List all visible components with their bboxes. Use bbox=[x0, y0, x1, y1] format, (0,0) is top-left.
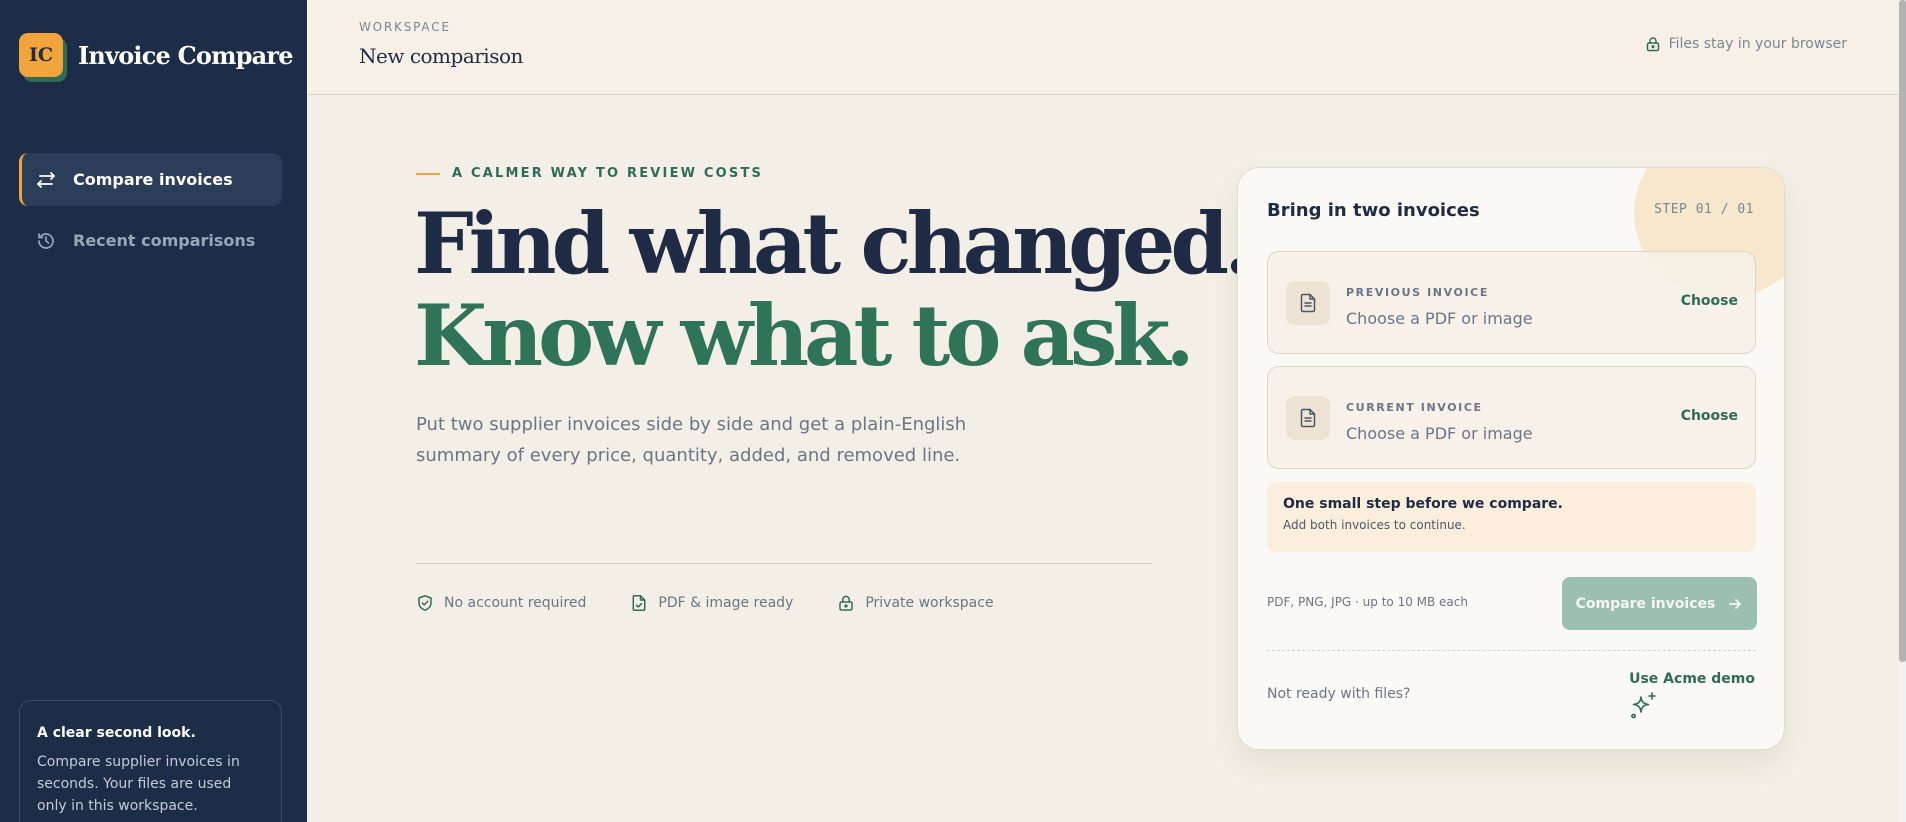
compare-button-label: Compare invoices bbox=[1575, 595, 1716, 612]
lock-icon bbox=[1645, 36, 1661, 52]
headline-line-2: Know what to ask. bbox=[414, 286, 1195, 385]
sidebar-item-label: Compare invoices bbox=[73, 170, 233, 189]
sidebar-card-title: A clear second look. bbox=[37, 725, 196, 741]
compare-invoices-button[interactable]: Compare invoices bbox=[1562, 577, 1757, 630]
workspace-label: WORKSPACE bbox=[359, 20, 451, 34]
hero-headline: Find what changed. Know what to ask. bbox=[414, 194, 1253, 385]
use-demo-link[interactable]: Use Acme demo bbox=[1629, 671, 1755, 721]
top-header: WORKSPACE New comparison Files stay in y… bbox=[307, 0, 1899, 95]
file-format-hint: PDF, PNG, JPG · up to 10 MB each bbox=[1267, 595, 1468, 609]
feature-label: PDF & image ready bbox=[658, 595, 794, 611]
previous-invoice-label: PREVIOUS INVOICE bbox=[1346, 286, 1489, 299]
feature-item: No account required bbox=[416, 594, 586, 612]
arrow-right-icon bbox=[1727, 596, 1743, 612]
current-invoice-label: CURRENT INVOICE bbox=[1346, 401, 1483, 414]
sidebar-item-compare-invoices[interactable]: Compare invoices bbox=[19, 153, 282, 206]
privacy-note-text: Files stay in your browser bbox=[1668, 36, 1847, 52]
notice-banner: One small step before we compare. Add bo… bbox=[1267, 482, 1756, 552]
notice-detail: Add both invoices to continue. bbox=[1283, 518, 1466, 532]
sidebar-item-recent-comparisons[interactable]: Recent comparisons bbox=[19, 214, 282, 267]
sidebar-item-label: Recent comparisons bbox=[73, 231, 256, 250]
previous-invoice-dropzone[interactable]: PREVIOUS INVOICE Choose a PDF or image C… bbox=[1267, 251, 1756, 354]
app-name: Invoice Compare bbox=[78, 40, 294, 70]
feature-list: No account required PDF & image ready Pr… bbox=[416, 594, 1038, 612]
choose-previous-button[interactable]: Choose bbox=[1681, 293, 1738, 309]
feature-item: PDF & image ready bbox=[630, 594, 793, 612]
document-icon bbox=[1286, 396, 1330, 440]
privacy-note: Files stay in your browser bbox=[1645, 36, 1847, 52]
scrollbar-thumb[interactable] bbox=[1899, 0, 1906, 662]
shield-check-icon bbox=[416, 594, 434, 612]
page-scrollbar[interactable] bbox=[1899, 0, 1906, 822]
file-check-icon bbox=[630, 594, 648, 612]
divider bbox=[416, 563, 1152, 564]
feature-label: No account required bbox=[444, 595, 587, 611]
lock-icon bbox=[837, 594, 855, 612]
eyebrow-dash bbox=[416, 172, 440, 175]
document-icon bbox=[1286, 281, 1330, 325]
eyebrow-text: A CALMER WAY TO REVIEW COSTS bbox=[452, 166, 764, 181]
app-logo: IC bbox=[19, 33, 63, 77]
demo-label: Use Acme demo bbox=[1629, 671, 1755, 687]
feature-item: Private workspace bbox=[837, 594, 994, 612]
dashed-divider bbox=[1267, 650, 1756, 651]
notice-title: One small step before we compare. bbox=[1283, 496, 1563, 512]
swap-arrows-icon bbox=[35, 169, 57, 191]
sidebar: IC Invoice Compare Compare invoices Rece… bbox=[0, 0, 307, 822]
feature-label: Private workspace bbox=[865, 595, 994, 611]
current-invoice-hint: Choose a PDF or image bbox=[1346, 424, 1533, 443]
sidebar-card-body: Compare supplier invoices in seconds. Yo… bbox=[37, 754, 240, 814]
hero-description: Put two supplier invoices side by side a… bbox=[416, 414, 967, 466]
previous-invoice-hint: Choose a PDF or image bbox=[1346, 309, 1533, 328]
page-title: New comparison bbox=[359, 44, 523, 68]
current-invoice-dropzone[interactable]: CURRENT INVOICE Choose a PDF or image Ch… bbox=[1267, 366, 1756, 469]
step-indicator: STEP 01 / 01 bbox=[1654, 202, 1754, 217]
sidebar-info-card: A clear second look. Compare supplier in… bbox=[19, 700, 282, 822]
upload-card: Bring in two invoices STEP 01 / 01 PREVI… bbox=[1237, 167, 1785, 750]
brand[interactable]: IC Invoice Compare bbox=[19, 33, 294, 77]
sidebar-nav: Compare invoices Recent comparisons bbox=[19, 153, 282, 275]
sparkle-icon bbox=[1629, 691, 1659, 721]
not-ready-text: Not ready with files? bbox=[1267, 686, 1411, 702]
hero-eyebrow: A CALMER WAY TO REVIEW COSTS bbox=[416, 166, 763, 181]
choose-current-button[interactable]: Choose bbox=[1681, 408, 1738, 424]
headline-line-1: Find what changed. bbox=[414, 194, 1253, 293]
history-icon bbox=[35, 230, 57, 252]
card-title: Bring in two invoices bbox=[1267, 200, 1480, 221]
